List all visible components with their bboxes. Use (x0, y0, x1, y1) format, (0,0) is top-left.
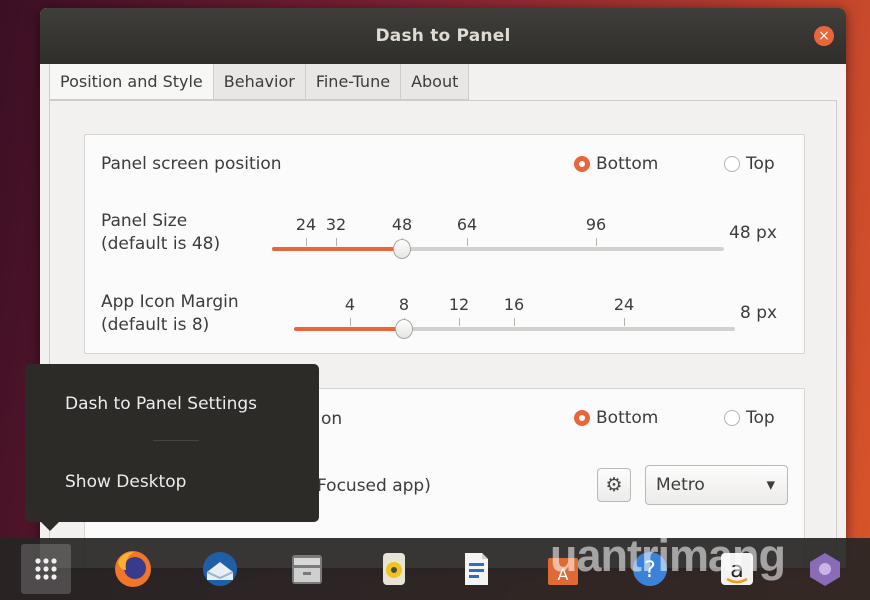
radio-top[interactable]: Top (724, 154, 775, 174)
thunderbird-launcher[interactable] (195, 544, 245, 594)
radio-bottom-label: Bottom (596, 154, 659, 174)
firefox-launcher[interactable] (108, 544, 158, 594)
scale-tick (306, 238, 307, 246)
thunderbird-icon (203, 552, 237, 586)
settings-button[interactable]: ⚙ (597, 468, 631, 502)
scale-mark: 96 (585, 215, 607, 234)
tab-behavior[interactable]: Behavior (213, 64, 306, 100)
radio-bottom-2[interactable]: Bottom (574, 408, 658, 428)
panel-size-default: (default is 48) (101, 234, 221, 254)
panel-size-value: 48 px (729, 223, 777, 243)
title-bar: Dash to Panel × (40, 8, 846, 64)
panel-size-slider[interactable]: 24 32 48 64 96 (272, 215, 724, 263)
slider-knob[interactable] (393, 239, 411, 259)
radio-indicator (724, 156, 740, 172)
radio-bottom[interactable]: Bottom (574, 154, 658, 174)
rhythmbox-launcher[interactable] (369, 544, 419, 594)
section2-label: on (321, 409, 343, 429)
scale-mark: 24 (613, 295, 635, 314)
icon-margin-title: App Icon Margin (101, 292, 239, 312)
scale-tick (467, 238, 468, 246)
radio-indicator (574, 156, 590, 172)
scale-mark: 12 (448, 295, 470, 314)
panel-position-label: Panel screen position (101, 154, 282, 174)
scale-mark: 8 (398, 295, 410, 314)
scale-tick (514, 318, 515, 326)
tab-about[interactable]: About (401, 64, 470, 100)
scale-mark: 4 (344, 295, 356, 314)
extra-launcher[interactable] (800, 544, 850, 594)
scale-mark: 64 (456, 215, 478, 234)
window-title: Dash to Panel (375, 26, 511, 46)
scale-mark: 16 (503, 295, 525, 314)
radio-indicator (724, 410, 740, 426)
show-apps-button[interactable] (21, 544, 71, 594)
slider-knob[interactable] (395, 319, 413, 339)
slider-fill (294, 327, 404, 331)
chevron-down-icon: ▾ (766, 475, 775, 495)
panel-size-label: Panel Size (default is 48) (101, 210, 220, 256)
scale-mark: 32 (325, 215, 347, 234)
position-frame: Panel screen position Bottom Top Panel S… (84, 134, 805, 354)
firefox-icon (115, 551, 151, 587)
writer-icon (465, 553, 488, 585)
icon-margin-label: App Icon Margin (default is 8) (101, 291, 239, 337)
scale-tick (336, 238, 337, 246)
section2-row2-label: Focused app) (317, 476, 431, 496)
rhythmbox-icon (383, 553, 405, 585)
close-button[interactable]: × (814, 26, 834, 46)
writer-launcher[interactable] (451, 544, 501, 594)
slider-fill (272, 247, 402, 251)
menu-item-settings[interactable]: Dash to Panel Settings (65, 394, 257, 414)
tab-position-and-style[interactable]: Position and Style (49, 64, 214, 100)
show-apps-icon (35, 558, 57, 580)
radio-indicator (574, 410, 590, 426)
radio-bottom-2-label: Bottom (596, 408, 659, 428)
scale-tick (350, 318, 351, 326)
tab-fine-tune[interactable]: Fine-Tune (305, 64, 402, 100)
menu-item-show-desktop[interactable]: Show Desktop (65, 472, 186, 492)
scale-mark: 24 (295, 215, 317, 234)
extra-icon (810, 553, 840, 586)
icon-margin-value: 8 px (740, 303, 778, 323)
context-menu: Dash to Panel Settings Show Desktop (25, 364, 319, 531)
tab-bar: Position and Style Behavior Fine-Tune Ab… (49, 64, 470, 100)
scale-tick (596, 238, 597, 246)
scale-tick (459, 318, 460, 326)
icon-margin-default: (default is 8) (101, 315, 210, 335)
radio-top-label: Top (746, 154, 775, 174)
scale-mark: 48 (391, 215, 413, 234)
watermark: uantrimang (550, 530, 786, 581)
menu-separator (153, 440, 199, 441)
scale-tick (624, 318, 625, 326)
panel-size-title: Panel Size (101, 211, 188, 231)
radio-top-2-label: Top (746, 408, 775, 428)
files-icon (292, 555, 322, 584)
style-select-value: Metro (656, 475, 705, 495)
gear-icon: ⚙ (605, 474, 623, 496)
icon-margin-slider[interactable]: 4 8 12 16 24 (294, 295, 735, 343)
files-launcher[interactable] (282, 544, 332, 594)
radio-top-2[interactable]: Top (724, 408, 775, 428)
style-select[interactable]: Metro ▾ (645, 465, 788, 505)
